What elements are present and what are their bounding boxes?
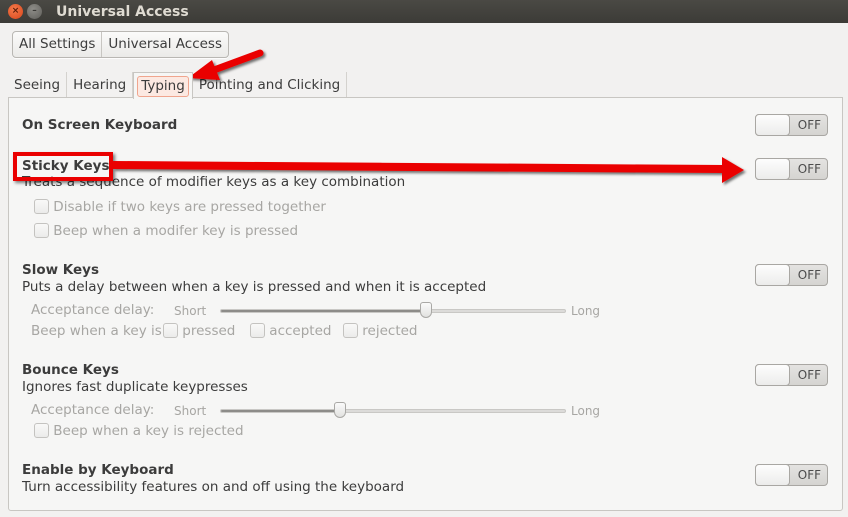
checkbox[interactable] [163, 323, 178, 338]
tab-bar: Seeing Hearing Typing Pointing and Click… [8, 72, 348, 99]
slider-thumb[interactable] [334, 402, 346, 418]
enable-by-keyboard-toggle[interactable]: OFF [755, 464, 828, 486]
checkbox[interactable] [34, 223, 49, 238]
on-screen-keyboard-toggle[interactable]: OFF [755, 114, 828, 136]
slow-keys-description: Puts a delay between when a key is press… [22, 279, 487, 295]
bounce-keys-description: Ignores fast duplicate keypresses [22, 379, 248, 395]
checkbox[interactable] [250, 323, 265, 338]
beep-rejected-option[interactable]: rejected [343, 323, 418, 339]
toggle-knob [755, 264, 790, 286]
bounce-beep-rejected-option[interactable]: Beep when a key is rejected [34, 423, 244, 439]
window-title: Universal Access [56, 3, 189, 20]
toggle-state: OFF [797, 268, 821, 282]
enable-by-keyboard-title: Enable by Keyboard [22, 462, 174, 478]
sticky-keys-toggle[interactable]: OFF [755, 158, 828, 180]
enable-by-keyboard-description: Turn accessibility features on and off u… [22, 479, 405, 495]
toggle-state: OFF [797, 118, 821, 132]
bounce-keys-long-label: Long [571, 404, 601, 418]
close-icon[interactable]: × [8, 4, 23, 19]
toggle-knob [755, 114, 790, 136]
bounce-keys-delay-slider[interactable] [220, 402, 566, 420]
checkbox[interactable] [34, 423, 49, 438]
beep-accepted-option[interactable]: accepted [250, 323, 331, 339]
slider-track [220, 409, 566, 413]
slow-keys-short-label: Short [174, 304, 207, 318]
option-label: Disable if two keys are pressed together [53, 199, 326, 215]
bounce-keys-short-label: Short [174, 404, 207, 418]
option-label: rejected [362, 323, 418, 339]
tab-pointing-and-clicking[interactable]: Pointing and Clicking [193, 72, 348, 98]
slider-track [220, 309, 566, 313]
sticky-option-disable-two-keys[interactable]: Disable if two keys are pressed together [34, 199, 326, 215]
tab-typing[interactable]: Typing [133, 72, 193, 99]
beep-pressed-option[interactable]: pressed [163, 323, 235, 339]
option-label: Beep when a modifer key is pressed [53, 223, 299, 239]
tab-typing-label: Typing [137, 76, 189, 97]
slider-fill [221, 310, 427, 312]
on-screen-keyboard-title: On Screen Keyboard [22, 117, 178, 133]
option-label: pressed [182, 323, 236, 339]
slow-keys-beep-label: Beep when a key is [31, 323, 162, 339]
slider-fill [221, 410, 341, 412]
slow-keys-long-label: Long [571, 304, 601, 318]
sticky-option-beep-modifier[interactable]: Beep when a modifer key is pressed [34, 223, 298, 239]
slow-keys-title: Slow Keys [22, 262, 100, 278]
bounce-keys-toggle[interactable]: OFF [755, 364, 828, 386]
typing-panel: On Screen Keyboard OFF Sticky Keys Treat… [8, 97, 843, 511]
minimize-icon[interactable]: – [27, 4, 42, 19]
title-bar: × – Universal Access [0, 0, 848, 23]
toggle-state: OFF [797, 368, 821, 382]
checkbox[interactable] [34, 199, 49, 214]
tab-seeing[interactable]: Seeing [8, 72, 68, 98]
toggle-knob [755, 464, 790, 486]
option-label: accepted [269, 323, 332, 339]
toggle-state: OFF [797, 468, 821, 482]
slider-thumb[interactable] [420, 302, 432, 318]
toggle-state: OFF [797, 162, 821, 176]
breadcrumb-universal-access[interactable]: Universal Access [101, 32, 228, 57]
slow-keys-toggle[interactable]: OFF [755, 264, 828, 286]
bounce-keys-title: Bounce Keys [22, 362, 119, 378]
sticky-keys-highlight-box [13, 152, 113, 181]
slow-keys-delay-slider[interactable] [220, 302, 566, 320]
checkbox[interactable] [343, 323, 358, 338]
toggle-knob [755, 364, 790, 386]
option-label: Beep when a key is rejected [53, 423, 244, 439]
breadcrumb-all-settings[interactable]: All Settings [13, 32, 101, 57]
toggle-knob [755, 158, 790, 180]
slow-keys-delay-label: Acceptance delay: [31, 302, 155, 318]
tab-hearing[interactable]: Hearing [67, 72, 134, 98]
bounce-keys-delay-label: Acceptance delay: [31, 402, 155, 418]
breadcrumb: All Settings Universal Access [12, 31, 230, 58]
